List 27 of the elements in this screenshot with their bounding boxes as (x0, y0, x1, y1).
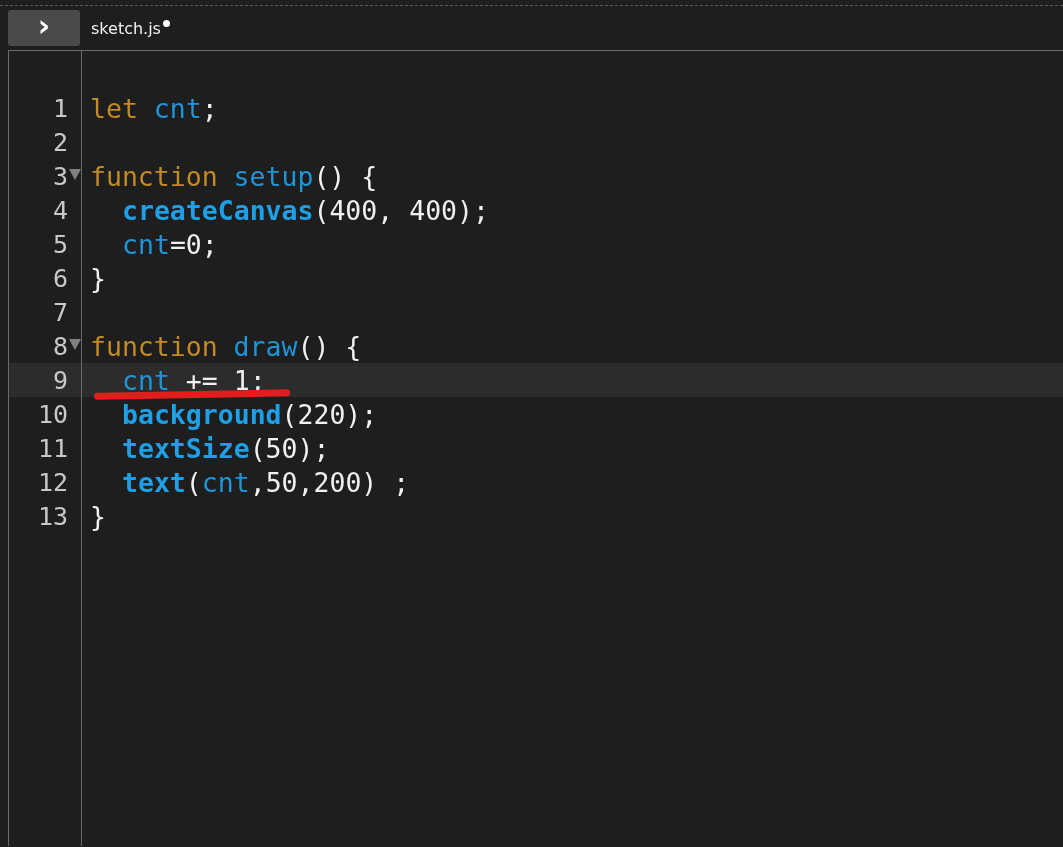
code-line: cnt=0; (122, 228, 218, 260)
line-number: 4 (52, 195, 68, 225)
file-tab[interactable]: sketch.js (91, 18, 161, 38)
line-number: 13 (37, 501, 68, 531)
line-number: 2 (52, 127, 68, 157)
code-line: createCanvas(400, 400); (122, 194, 489, 226)
line-number: 8 (52, 331, 68, 361)
fold-triangle-icon[interactable] (68, 169, 81, 180)
code-line: function draw() { (90, 330, 362, 362)
line-number: 9 (52, 365, 68, 395)
code-line: textSize(50); (122, 432, 330, 464)
code-line: } (90, 262, 106, 294)
line-number: 5 (52, 229, 68, 259)
line-number: 1 (52, 93, 68, 123)
code-line: function setup() { (90, 160, 378, 192)
code-line: } (90, 500, 106, 532)
fold-triangle-icon[interactable] (68, 339, 81, 350)
line-number: 7 (52, 297, 68, 327)
code-line: let cnt; (90, 92, 218, 124)
line-number: 12 (37, 467, 68, 497)
code-line: background(220); (122, 398, 378, 430)
line-number: 3 (52, 161, 68, 191)
line-number: 11 (37, 433, 68, 463)
line-number: 10 (37, 399, 68, 429)
code-line: text(cnt,50,200) ; (122, 466, 410, 498)
line-number: 6 (52, 263, 68, 293)
expand-button[interactable]: › (8, 10, 80, 46)
